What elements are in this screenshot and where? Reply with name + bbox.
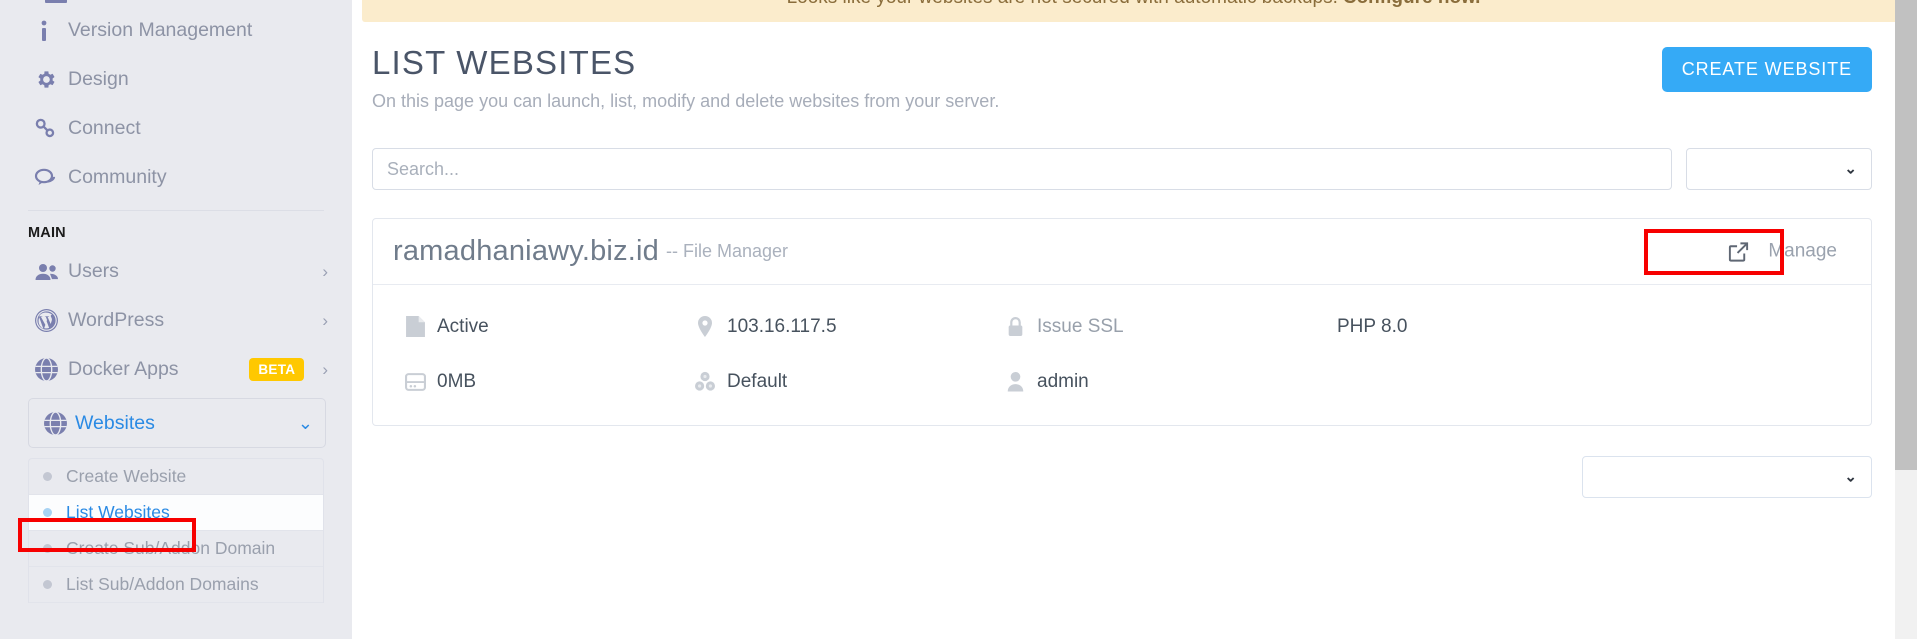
sidebar-item-wordpress[interactable]: WordPress › — [0, 296, 352, 345]
sidebar-item-label: WordPress — [68, 309, 165, 331]
users-icon — [34, 262, 68, 282]
alert-link[interactable]: Configure now. — [1343, 0, 1481, 9]
info-icon — [34, 20, 68, 42]
detail-value: 0MB — [437, 370, 477, 392]
sidebar-subitem-label: Create Website — [66, 466, 187, 486]
detail-value: Default — [727, 370, 788, 392]
sidebar-item-label: Connect — [68, 117, 141, 139]
sidebar-subitem-label: Create Sub/Addon Domain — [66, 538, 276, 558]
detail-package: Default — [683, 371, 993, 393]
pagination-row: ⌄ — [372, 456, 1917, 498]
sidebar-item-websites[interactable]: Websites ⌄ — [28, 398, 326, 448]
chevron-right-icon: › — [322, 311, 328, 330]
chevron-down-icon: ⌄ — [297, 413, 313, 433]
website-detail-row-2: 0MB Default admin — [373, 354, 1871, 409]
content-area: LIST WEBSITES On this page you can launc… — [352, 22, 1917, 498]
page-subtitle: On this page you can launch, list, modif… — [372, 91, 1000, 111]
link-icon — [34, 117, 68, 140]
bullet-icon — [43, 544, 52, 553]
website-domain[interactable]: ramadhaniawy.biz.id — [393, 235, 659, 268]
detail-php-version: PHP 8.0 — [1293, 316, 1871, 338]
page-scrollbar[interactable] — [1895, 0, 1917, 639]
detail-value: admin — [1037, 370, 1089, 392]
globe-icon — [35, 410, 75, 436]
chat-icon — [34, 167, 68, 189]
chevron-down-icon: ⌄ — [1844, 160, 1857, 178]
sidebar-subitem-label: List Sub/Addon Domains — [66, 574, 259, 594]
detail-value: 103.16.117.5 — [727, 315, 837, 337]
sidebar-item-label: Version Management — [68, 19, 253, 41]
website-card: ramadhaniawy.biz.id -- File Manager Mana… — [372, 218, 1872, 426]
filter-dropdown[interactable]: ⌄ — [1686, 148, 1872, 190]
detail-value: Active — [437, 315, 489, 337]
bullet-icon — [43, 472, 52, 481]
chevron-right-icon: › — [322, 262, 328, 281]
filter-row: ⌄ — [372, 148, 1917, 190]
sidebar-item-version-management[interactable]: Version Management — [0, 6, 352, 55]
manage-button-label: Manage — [1768, 240, 1837, 262]
sidebar-item-connect[interactable]: Connect — [0, 104, 352, 153]
website-card-body: Active 103.16.117.5 Issue SSL PHP 8.0 0M… — [373, 285, 1871, 425]
search-input[interactable] — [372, 148, 1672, 190]
page-header: LIST WEBSITES On this page you can launc… — [372, 22, 1917, 112]
sidebar-subitem-label: List Websites — [66, 502, 170, 522]
sidebar-item-docker-apps[interactable]: Docker Apps BETA › — [0, 345, 352, 394]
website-detail-row-1: Active 103.16.117.5 Issue SSL PHP 8.0 — [373, 299, 1871, 354]
globe-icon — [34, 357, 68, 382]
badge-beta: BETA — [249, 358, 305, 381]
detail-owner: admin — [993, 371, 1293, 393]
sidebar-item-users[interactable]: Users › — [0, 247, 352, 296]
sidebar-subitem-list-sub-addon-domains[interactable]: List Sub/Addon Domains — [29, 567, 323, 603]
external-link-icon — [1727, 240, 1750, 263]
chevron-down-icon: ⌄ — [1844, 468, 1857, 486]
chevron-right-icon: › — [322, 360, 328, 379]
manage-button[interactable]: Manage — [1709, 232, 1855, 271]
sidebar-subitem-create-website[interactable]: Create Website — [29, 459, 323, 495]
package-icon — [683, 371, 727, 392]
main-content: Looks like your websites are not secured… — [352, 0, 1917, 639]
detail-disk-usage: 0MB — [373, 371, 683, 393]
app-root: Version Management Design Connect Commun… — [0, 0, 1917, 639]
sidebar-item-label: Docker Apps — [68, 358, 179, 380]
sidebar-submenu-websites: Create Website List Websites Create Sub/… — [28, 458, 324, 603]
sidebar-section-main: MAIN — [28, 225, 66, 241]
user-icon — [993, 371, 1037, 392]
wordpress-icon — [34, 308, 68, 333]
detail-value: PHP 8.0 — [1337, 315, 1408, 337]
file-manager-link[interactable]: -- File Manager — [666, 241, 788, 262]
sidebar-subitem-list-websites[interactable]: List Websites — [29, 495, 323, 531]
sidebar-item-label: Websites — [75, 411, 155, 434]
page-icon — [393, 316, 437, 337]
location-pin-icon — [683, 316, 727, 337]
disk-icon — [393, 372, 437, 391]
sidebar: Version Management Design Connect Commun… — [0, 0, 352, 639]
detail-status: Active — [373, 316, 683, 338]
sidebar-subitem-create-sub-addon-domain[interactable]: Create Sub/Addon Domain — [29, 531, 323, 567]
sidebar-item-label: Users — [68, 260, 119, 282]
sidebar-item-design[interactable]: Design — [0, 55, 352, 104]
sidebar-item-label: Community — [68, 166, 167, 188]
create-website-button[interactable]: CREATE WEBSITE — [1661, 47, 1872, 92]
alert-text: Looks like your websites are not secured… — [787, 0, 1338, 9]
detail-ip: 103.16.117.5 — [683, 316, 993, 338]
clipped-icon — [45, 0, 67, 3]
backup-alert-banner: Looks like your websites are not secured… — [362, 0, 1905, 22]
pagination-dropdown[interactable]: ⌄ — [1582, 456, 1872, 498]
sidebar-item-community[interactable]: Community — [0, 153, 352, 202]
detail-value: Issue SSL — [1037, 315, 1124, 337]
sidebar-item-label: Design — [68, 68, 129, 90]
gear-icon — [34, 68, 68, 91]
bullet-icon — [43, 508, 52, 517]
lock-icon — [993, 316, 1037, 337]
website-card-header: ramadhaniawy.biz.id -- File Manager Mana… — [373, 219, 1871, 285]
detail-ssl[interactable]: Issue SSL — [993, 316, 1293, 338]
bullet-icon — [43, 580, 52, 589]
scrollbar-thumb[interactable] — [1895, 0, 1917, 470]
